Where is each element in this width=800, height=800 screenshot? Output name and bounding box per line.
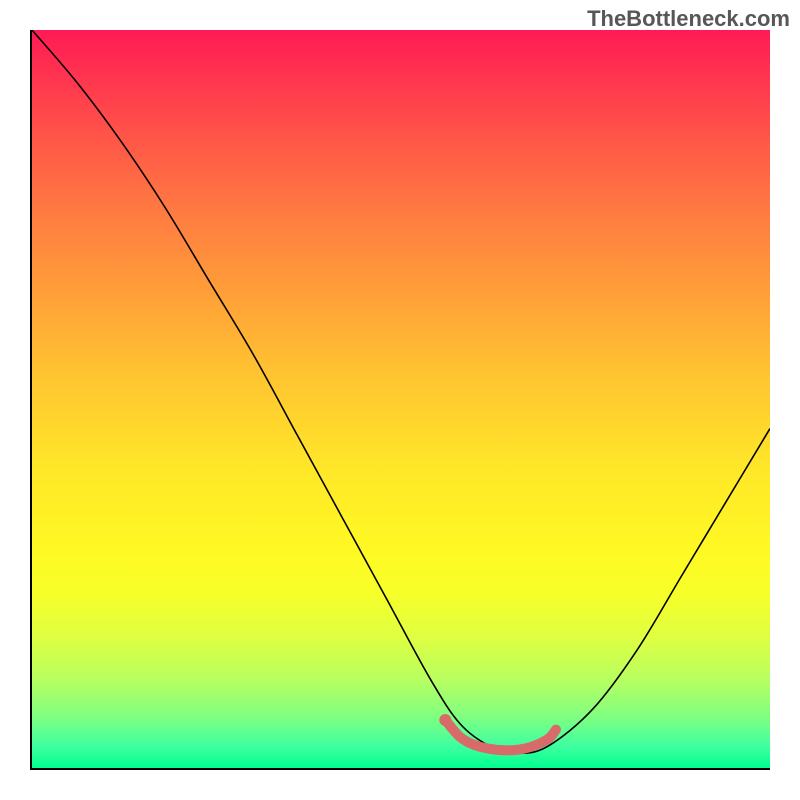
plot-area: [30, 30, 770, 770]
curve-svg: [32, 30, 770, 768]
chart-container: TheBottleneck.com: [0, 0, 800, 800]
optimal-range-dot: [439, 714, 451, 726]
bottleneck-curve: [32, 30, 770, 753]
watermark-text: TheBottleneck.com: [587, 6, 790, 32]
